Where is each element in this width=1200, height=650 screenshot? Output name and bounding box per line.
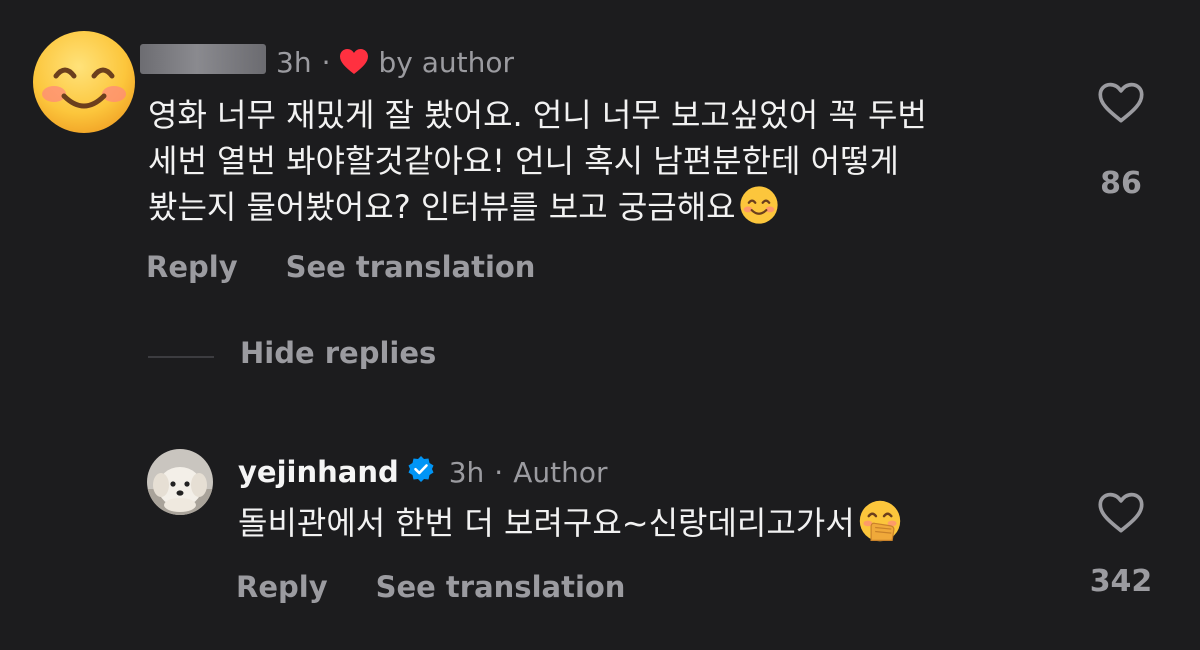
smiling-emoji-icon: [739, 186, 778, 224]
hide-replies-button[interactable]: Hide replies: [240, 336, 436, 370]
commenter-avatar[interactable]: [32, 30, 136, 134]
heart-filled-icon: [340, 49, 369, 75]
replies-divider: [148, 356, 214, 358]
meta-separator: ·: [321, 45, 331, 79]
comment-like-count: 86: [1100, 166, 1142, 201]
comment-actions: Reply See translation: [146, 250, 535, 284]
comment-text-line-2: 세번 열번 봐야할것같아요! 언니 혹시 남편분한테 어떻게: [148, 142, 899, 180]
comment-text-line-3: 봤는지 물어봤어요? 인터뷰를 보고 궁금해요: [148, 188, 736, 226]
reply-meta-separator: ·: [494, 455, 504, 489]
verified-badge-icon: [407, 455, 435, 490]
reply-button[interactable]: Reply: [146, 250, 238, 284]
comment-meta: 3h · by author: [276, 42, 514, 82]
reply-text-body: 돌비관에서 한번 더 보려구요~신랑데리고가서: [238, 504, 855, 542]
reply-reply-button[interactable]: Reply: [236, 570, 328, 604]
author-label: Author: [513, 455, 608, 489]
comment-time: 3h: [276, 45, 312, 79]
see-translation-button[interactable]: See translation: [286, 250, 536, 284]
reply-time: 3h: [448, 455, 485, 489]
liked-by-author-label: by author: [378, 45, 514, 79]
reply-heart-outline-icon[interactable]: [1098, 492, 1144, 538]
reply-like: 342: [1081, 492, 1161, 599]
heart-outline-icon[interactable]: [1098, 82, 1144, 128]
comment-text: 영화 너무 재밌게 잘 봤어요. 언니 너무 보고싶었어 꼭 두번 세번 열번 …: [148, 92, 1048, 230]
reply-see-translation-button[interactable]: See translation: [376, 570, 626, 604]
reply-like-count: 342: [1089, 564, 1153, 599]
reply-avatar[interactable]: [147, 449, 213, 515]
comment-text-line-1: 영화 너무 재밌게 잘 봤어요. 언니 너무 보고싶었어 꼭 두번: [148, 96, 927, 134]
reply-actions: Reply See translation: [236, 570, 625, 604]
face-with-hand-over-mouth-icon: [859, 500, 901, 542]
reply-username[interactable]: yejinhand: [238, 455, 399, 489]
redacted-username[interactable]: [140, 44, 266, 74]
dog-avatar-icon: [147, 449, 213, 515]
smiling-face-icon: [33, 31, 135, 133]
comment-like: 86: [1081, 82, 1161, 201]
reply-header: yejinhand 3h · Author: [238, 450, 607, 494]
reply-text: 돌비관에서 한번 더 보려구요~신랑데리고가서: [238, 500, 901, 546]
